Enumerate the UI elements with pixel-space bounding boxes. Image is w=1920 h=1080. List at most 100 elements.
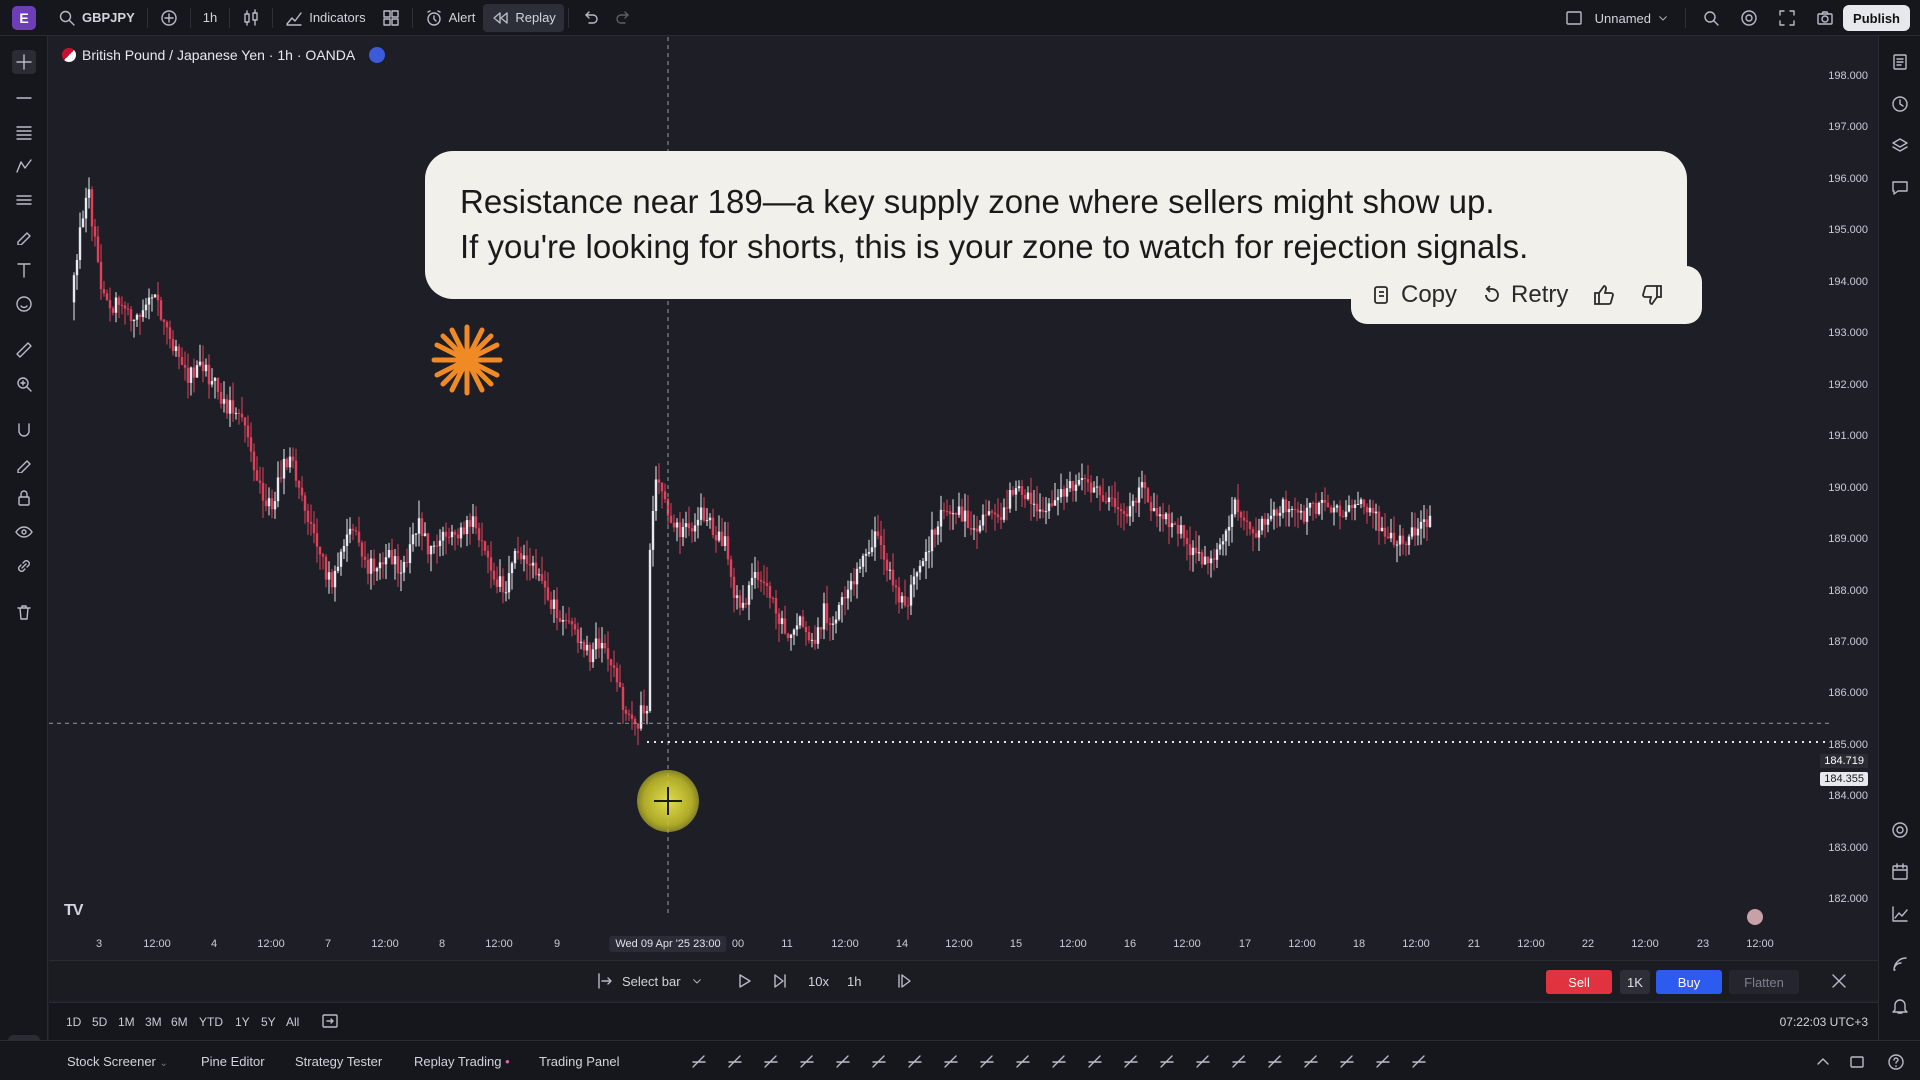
remove-drawings-tool[interactable]: [12, 600, 36, 624]
indicators-button[interactable]: Indicators: [277, 4, 373, 32]
grid-tool[interactable]: [1300, 1051, 1322, 1073]
pitchfork-tool[interactable]: [832, 1051, 854, 1073]
clock-display[interactable]: 07:22:03 UTC+3: [1780, 1015, 1868, 1029]
lock-tool[interactable]: [12, 486, 36, 510]
trendline-tool[interactable]: [12, 86, 36, 110]
alert-button[interactable]: Alert: [417, 4, 484, 32]
compare-symbol-button[interactable]: [152, 4, 186, 32]
tab-pine-editor[interactable]: Pine Editor: [201, 1054, 265, 1069]
thumbs-down-button[interactable]: [1640, 283, 1664, 307]
crosshair-tool[interactable]: [1408, 1051, 1430, 1073]
tab-strategy-tester[interactable]: Strategy Tester: [295, 1054, 382, 1069]
chats-button[interactable]: [1888, 176, 1912, 200]
link-tool[interactable]: [12, 554, 36, 578]
text-note-tool[interactable]: [1372, 1051, 1394, 1073]
text-tool[interactable]: [12, 258, 36, 282]
crosshair-tool[interactable]: [12, 50, 36, 74]
play-button[interactable]: [735, 970, 753, 992]
chart-type-button[interactable]: [234, 4, 268, 32]
retry-button[interactable]: Retry: [1481, 281, 1568, 309]
quick-search-button[interactable]: [1694, 4, 1728, 32]
step-interval-button[interactable]: 1h: [847, 970, 861, 992]
arrow-tool[interactable]: [1264, 1051, 1286, 1073]
collapse-panel-button[interactable]: [1812, 1051, 1834, 1073]
candle-body: [906, 605, 910, 607]
range-6m[interactable]: 6M: [171, 1015, 188, 1029]
symbol-legend[interactable]: British Pound / Japanese Yen · 1h · OAND…: [62, 47, 386, 63]
horizontal-line-tool[interactable]: [760, 1051, 782, 1073]
rectangle-tool[interactable]: [688, 1051, 710, 1073]
range-5d[interactable]: 5D: [92, 1015, 107, 1029]
line-tool[interactable]: [724, 1051, 746, 1073]
buy-button[interactable]: Buy: [1656, 970, 1722, 994]
sell-button[interactable]: Sell: [1546, 970, 1612, 994]
publish-button[interactable]: Publish: [1843, 5, 1910, 31]
thumbs-up-button[interactable]: [1592, 283, 1616, 307]
watchlist-button[interactable]: [1888, 50, 1912, 74]
pine-button[interactable]: [1888, 902, 1912, 926]
step-forward-button[interactable]: [771, 970, 789, 992]
replay-button[interactable]: Replay: [483, 3, 564, 32]
user-avatar[interactable]: E: [12, 5, 36, 30]
fullscreen-button[interactable]: [1770, 4, 1804, 32]
ideas-button[interactable]: [1888, 818, 1912, 842]
tab-replay-trading[interactable]: Replay Trading •: [414, 1054, 510, 1069]
range-ytd[interactable]: YTD: [199, 1015, 223, 1029]
magnet-tool[interactable]: [12, 418, 36, 442]
undo-button[interactable]: [573, 4, 607, 32]
copy-button[interactable]: Copy: [1371, 281, 1457, 309]
text-tool[interactable]: [1192, 1051, 1214, 1073]
settings-button[interactable]: [1732, 4, 1766, 32]
range-1d[interactable]: 1D: [66, 1015, 81, 1029]
fib-retracement-tool[interactable]: [868, 1051, 890, 1073]
pen-tool[interactable]: [1336, 1051, 1358, 1073]
brush-tool[interactable]: [12, 224, 36, 248]
horizontal-ray-tool[interactable]: [796, 1051, 818, 1073]
polyline-tool[interactable]: [1084, 1051, 1106, 1073]
parallel-channel-tool[interactable]: [940, 1051, 962, 1073]
speed-button[interactable]: 10x: [808, 970, 829, 992]
interval-button[interactable]: 1h: [195, 4, 225, 32]
quantity-button[interactable]: 1K: [1620, 970, 1650, 994]
help-button[interactable]: [1885, 1051, 1907, 1073]
templates-button[interactable]: [374, 4, 408, 32]
range-3m[interactable]: 3M: [145, 1015, 162, 1029]
gann-tool[interactable]: [904, 1051, 926, 1073]
stay-drawing-tool[interactable]: [12, 452, 36, 476]
emoji-tool[interactable]: [12, 292, 36, 316]
jump-to-realtime-button[interactable]: [896, 970, 914, 992]
layout-selector[interactable]: Unnamed: [1557, 4, 1677, 32]
tab-stock-screener[interactable]: Stock Screener ⌄: [67, 1054, 168, 1069]
goto-date-button[interactable]: [321, 1012, 339, 1035]
close-replay-button[interactable]: [1830, 970, 1848, 992]
zoom-tool[interactable]: [12, 372, 36, 396]
assistant-avatar-icon[interactable]: [1747, 909, 1763, 925]
maximize-panel-button[interactable]: [1846, 1051, 1868, 1073]
prediction-tool[interactable]: [12, 188, 36, 212]
snapshot-button[interactable]: [1808, 4, 1842, 32]
notifications-button[interactable]: [1888, 994, 1912, 1018]
measure-tool[interactable]: [12, 338, 36, 362]
regression-tool[interactable]: [976, 1051, 998, 1073]
pattern-tool[interactable]: [12, 154, 36, 178]
range-1m[interactable]: 1M: [118, 1015, 135, 1029]
flatten-button[interactable]: Flatten: [1729, 970, 1799, 994]
calendar-button[interactable]: [1888, 860, 1912, 884]
select-bar-button[interactable]: Select bar: [596, 970, 703, 992]
hide-tool[interactable]: [12, 520, 36, 544]
feed-button[interactable]: [1888, 952, 1912, 976]
redo-button[interactable]: [607, 4, 641, 32]
range-all[interactable]: All: [286, 1015, 299, 1029]
path-tool[interactable]: [1048, 1051, 1070, 1073]
brush-tool[interactable]: [1120, 1051, 1142, 1073]
circle-tool[interactable]: [1156, 1051, 1178, 1073]
alerts-panel-button[interactable]: [1888, 92, 1912, 116]
highlighter-tool[interactable]: [1228, 1051, 1250, 1073]
range-1y[interactable]: 1Y: [235, 1015, 250, 1029]
fib-tool[interactable]: [12, 120, 36, 144]
tab-trading-panel[interactable]: Trading Panel: [539, 1054, 619, 1069]
lines-group-tool[interactable]: [1012, 1051, 1034, 1073]
symbol-search[interactable]: GBPJPY: [50, 4, 143, 32]
object-tree-button[interactable]: [1888, 134, 1912, 158]
range-5y[interactable]: 5Y: [261, 1015, 276, 1029]
